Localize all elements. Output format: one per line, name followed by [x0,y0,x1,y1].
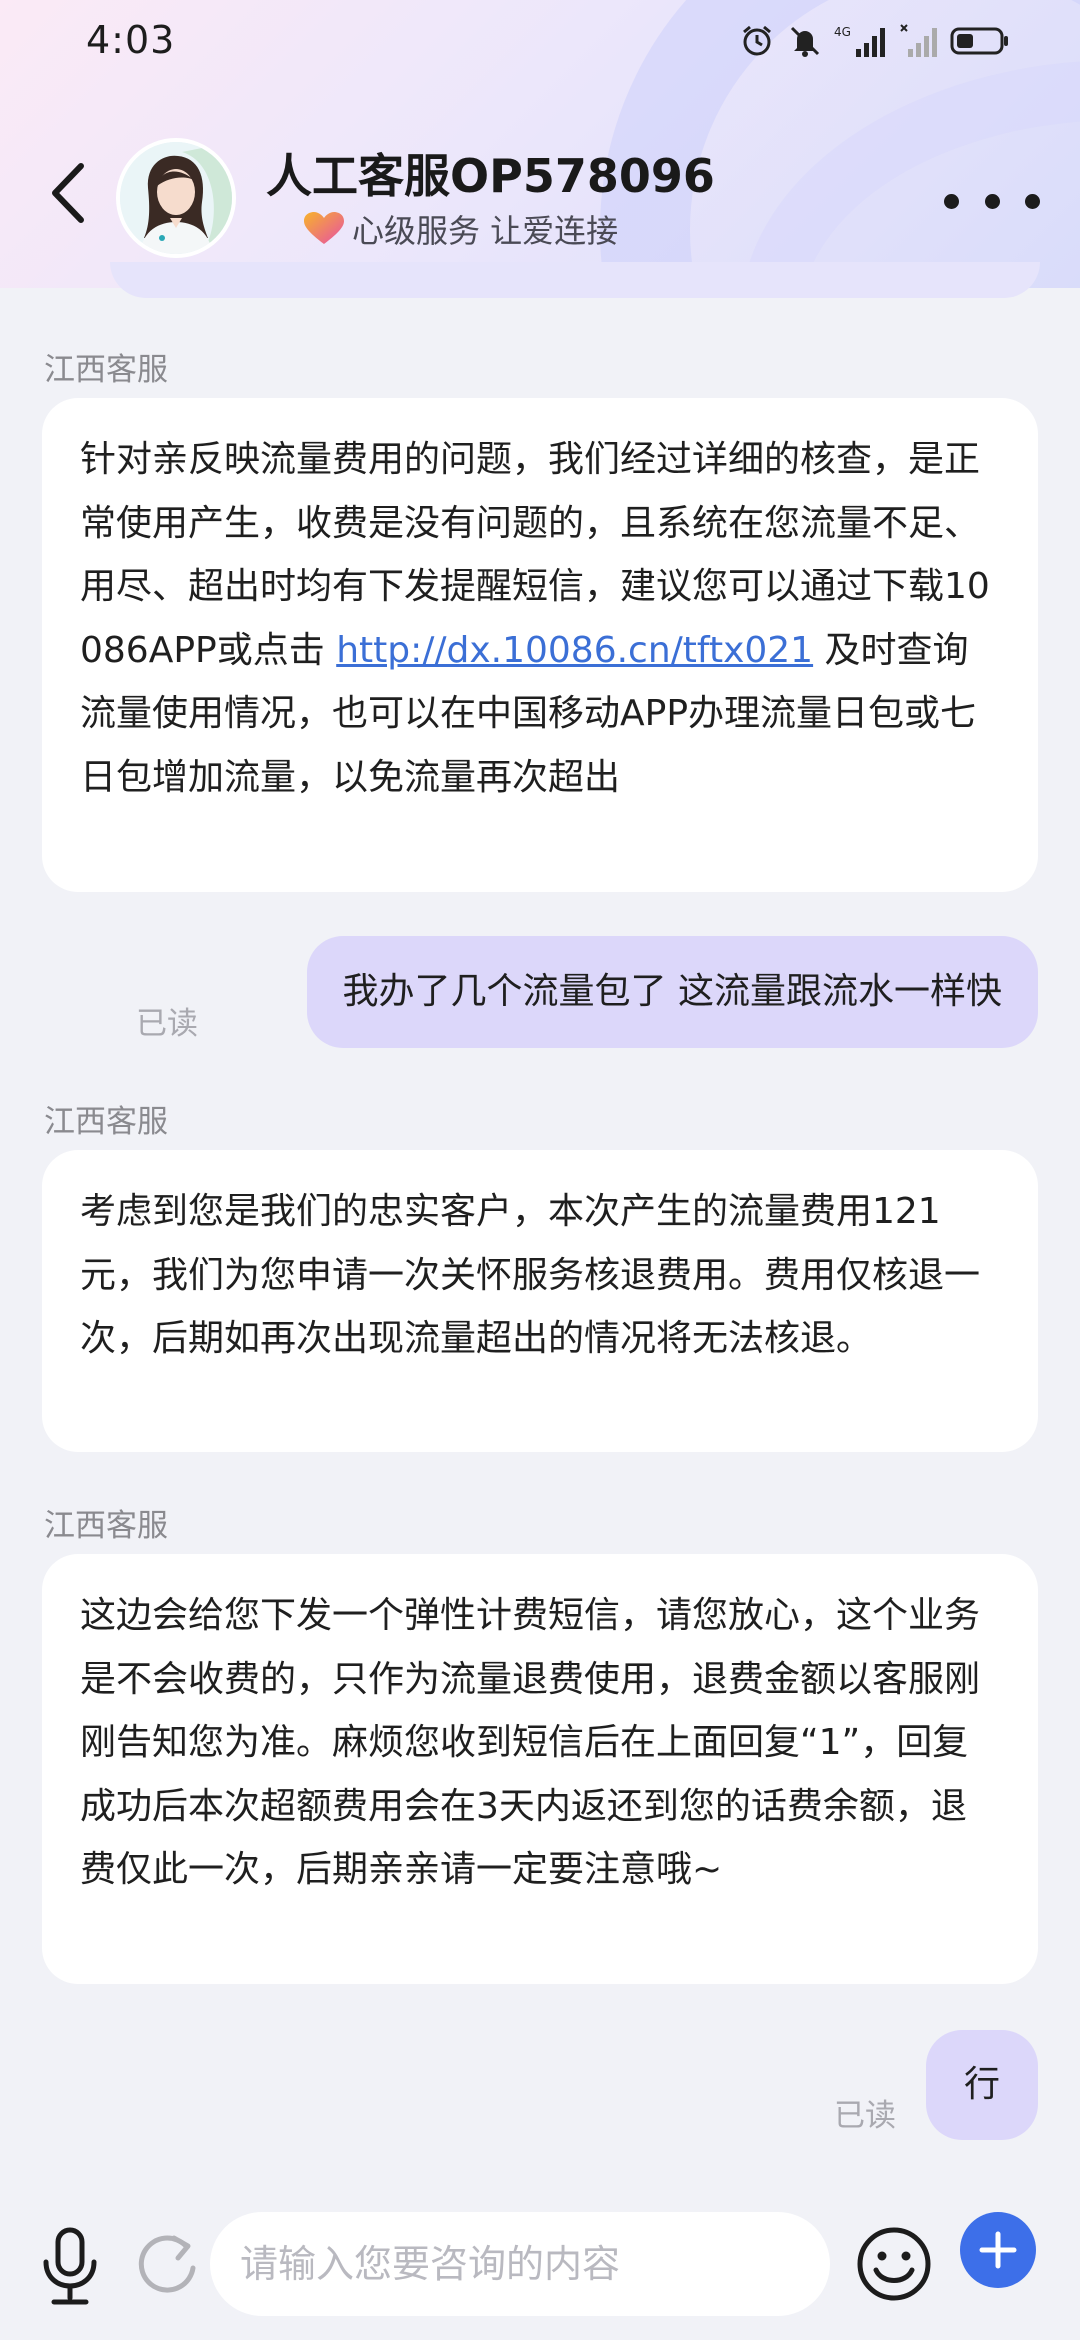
more-icon [1025,193,1040,209]
read-status: 已读 [136,1006,198,1042]
signal-4g-icon: 4G [834,22,890,60]
sender-name: 江西客服 [44,1508,168,1544]
message-bubble-incoming: 考虑到您是我们的忠实客户，本次产生的流量费用121元，我们为您申请一次关怀服务核… [42,1150,1038,1452]
microphone-icon [43,2227,97,2305]
more-button[interactable] [944,176,1040,226]
emoji-icon [857,2227,931,2301]
more-icon [984,193,1000,209]
status-time: 4:03 [86,18,176,62]
message-text: 考虑到您是我们的忠实客户，本次产生的流量费用121元，我们为您申请一次关怀服务核… [80,1191,981,1359]
message-text: 这边会给您下发一个弹性计费短信，请您放心，这个业务是不会收费的，只作为流量退费使… [80,1595,981,1890]
voice-input-button[interactable] [40,2226,100,2306]
emoji-button[interactable] [856,2226,932,2302]
plus-icon [979,2231,1017,2269]
chat-subtitle: 心级服务 让爱连接 [352,212,619,250]
agent-avatar[interactable] [116,138,236,258]
message-text: 我办了几个流量包了 这流量跟流水一样快 [342,971,1002,1012]
sender-name: 江西客服 [44,352,168,388]
previous-message-edge [110,262,1040,298]
mute-icon [786,22,824,60]
message-bubble-outgoing: 我办了几个流量包了 这流量跟流水一样快 [306,936,1038,1048]
back-icon [52,163,84,223]
alarm-icon [738,22,776,60]
refresh-button[interactable] [134,2232,200,2298]
message-bubble-incoming: 这边会给您下发一个弹性计费短信，请您放心，这个业务是不会收费的，只作为流量退费使… [42,1554,1038,1984]
chat-title: 人工客服OP578096 [266,149,715,203]
more-icon [944,193,959,209]
add-attachment-button[interactable] [960,2212,1036,2288]
read-status: 已读 [834,2098,896,2134]
battery-icon [950,22,1010,60]
heart-icon [304,212,344,246]
signal-icon [900,22,940,60]
refresh-icon [138,2235,196,2293]
svg-text:4G: 4G [834,25,851,39]
sender-name: 江西客服 [44,1104,168,1140]
message-bubble-incoming: 针对亲反映流量费用的问题，我们经过详细的核查，是正常使用产生，收费是没有问题的，… [42,398,1038,892]
back-button[interactable] [40,158,94,228]
message-input[interactable] [210,2212,830,2316]
status-icons: 4G [738,20,1010,62]
message-link[interactable]: http://dx.10086.cn/tftx021 [336,630,813,671]
message-bubble-outgoing: 行 [926,2030,1038,2140]
message-text: 行 [963,2064,1000,2105]
